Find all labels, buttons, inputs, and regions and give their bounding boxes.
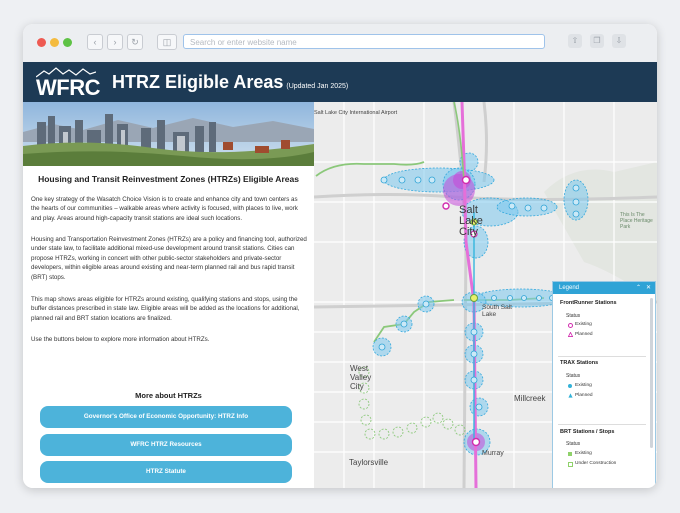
brt-under-construction-icon (568, 462, 573, 467)
frontrunner-existing-icon (568, 323, 573, 328)
millcreek-label: Millcreek (514, 394, 546, 403)
close-window-dot[interactable] (37, 38, 46, 47)
brt-existing-icon (568, 452, 572, 456)
sidebar-toggle-icon[interactable]: ◫ (157, 34, 177, 50)
legend-divider (558, 356, 646, 357)
legend-trax-existing: Existing (575, 383, 592, 388)
airport-label: Salt Lake City International Airport (314, 110, 398, 116)
forward-icon[interactable]: › (107, 34, 123, 50)
heritage-park-label: This Is The Place Heritage Park (620, 212, 653, 230)
info-panel: Housing and Transit Reinvestment Zones (… (23, 102, 314, 488)
minimize-window-dot[interactable] (50, 38, 59, 47)
browser-toolbar: ‹ › ↻ ◫ Search or enter website name ⇧ ❐… (23, 24, 657, 63)
more-heading: More about HTRZs (135, 391, 202, 400)
trax-planned-icon (568, 393, 573, 398)
page-title-text: HTRZ Eligible Areas (112, 72, 284, 92)
htrz-statute-button[interactable]: HTRZ Statute (40, 461, 292, 483)
reload-icon[interactable]: ↻ (127, 34, 143, 50)
city-skyline-photo (23, 102, 314, 166)
download-icon[interactable]: ⇩ (612, 34, 626, 48)
salt-lake-city-label: Salt Lake City (459, 204, 483, 238)
legend-divider (558, 424, 646, 425)
wfrc-htrz-resources-button[interactable]: WFRC HTRZ Resources (40, 434, 292, 456)
instructions-paragraph: Use the buttons below to explore more in… (31, 336, 210, 343)
murray-label: Murray (482, 450, 504, 457)
legend-scrollbar[interactable] (650, 298, 653, 448)
legend-frontrunner-title: FrontRunner Stations (560, 300, 617, 306)
legend-frontrunner-planned: Planned (575, 332, 593, 337)
tabs-icon[interactable]: ❐ (590, 34, 604, 48)
close-legend-icon[interactable]: ✕ (646, 282, 651, 294)
panel-heading: Housing and Transit Reinvestment Zones (… (38, 174, 299, 184)
legend-brt-status: Status (566, 441, 581, 447)
trax-existing-icon (568, 384, 572, 388)
taylorsville-label: Taylorsville (349, 458, 389, 467)
address-bar[interactable]: Search or enter website name (183, 34, 545, 49)
app-header: WFRC HTRZ Eligible Areas (Updated Jan 202… (23, 62, 657, 102)
page-title: HTRZ Eligible Areas (Updated Jan 2025) (112, 72, 348, 93)
south-salt-lake-label: South Salt Lake (482, 304, 512, 318)
legend-frontrunner-existing: Existing (575, 322, 592, 327)
browser-window: ‹ › ↻ ◫ Search or enter website name ⇧ ❐… (23, 24, 657, 488)
west-valley-city-label: West Valley City (350, 364, 372, 391)
legend-brt-under-construction: Under Construction (575, 461, 617, 466)
legend-trax-planned: Planned (575, 393, 593, 398)
goeo-htrz-info-button[interactable]: Governor's Office of Economic Opportunit… (40, 406, 292, 428)
address-placeholder: Search or enter website name (190, 38, 297, 47)
legend-frontrunner-status: Status (566, 313, 581, 319)
legend-trax-status: Status (566, 373, 581, 379)
wfrc-logo[interactable]: WFRC (36, 75, 100, 101)
legend-header: Legend ⌃ ✕ (553, 282, 655, 294)
legend-brt-existing: Existing (575, 451, 592, 456)
legend-title: Legend (559, 285, 580, 291)
updated-date: (Updated Jan 2025) (286, 83, 349, 90)
legend-trax-title: TRAX Stations (560, 360, 599, 366)
collapse-legend-icon[interactable]: ⌃ (636, 282, 641, 294)
legend-brt-title: BRT Stations / Stops (560, 429, 615, 435)
maximize-window-dot[interactable] (63, 38, 72, 47)
htrz-definition-paragraph: Housing and Transportation Reinvestment … (31, 236, 307, 281)
back-icon[interactable]: ‹ (87, 34, 103, 50)
share-icon[interactable]: ⇧ (568, 34, 582, 48)
intro-paragraph: One key strategy of the Wasatch Choice V… (31, 196, 298, 222)
frontrunner-planned-icon (568, 332, 573, 337)
legend-panel: Legend ⌃ ✕ FrontRunner Stations Status E… (552, 281, 656, 488)
map-description-paragraph: This map shows areas eligible for HTRZs … (31, 296, 300, 322)
